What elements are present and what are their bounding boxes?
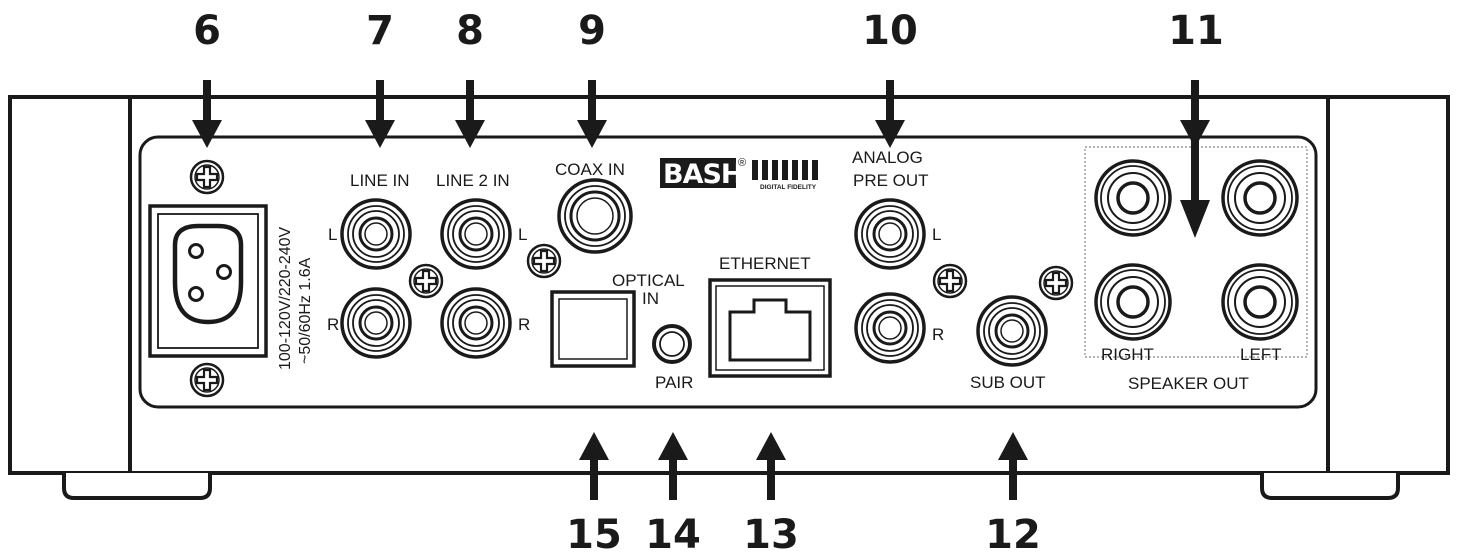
line-in-l-jack [340, 198, 412, 270]
callout-8: 8 [456, 8, 484, 54]
speaker-right-top-post [1094, 159, 1172, 237]
pre-out-l-jack [854, 198, 926, 270]
speaker-right-bottom-post [1094, 263, 1172, 341]
coax-in-label: COAX IN [555, 160, 625, 179]
speaker-left-top-post [1221, 159, 1299, 237]
brand-tagline: DIGITAL FIDELITY [760, 184, 817, 191]
optical-label: OPTICAL [612, 271, 685, 290]
callout-11: 11 [1168, 8, 1224, 54]
speaker-right-label: RIGHT [1101, 345, 1154, 364]
analog-label: ANALOG [852, 148, 923, 167]
pre-out-label: PRE OUT [853, 171, 929, 190]
rear-panel-diagram: 100-120V/220-240V ~50/60Hz 1.6A LINE IN … [8, 8, 1450, 552]
power-rating-label-1: 100-120V/220-240V [277, 226, 294, 370]
pre-out-r-jack [854, 292, 926, 364]
screw-power-bottom [189, 362, 225, 398]
line2-in-label: LINE 2 IN [436, 171, 510, 190]
pair-button [652, 324, 692, 364]
speaker-left-label: LEFT [1240, 345, 1282, 364]
callout-15: 15 [566, 512, 622, 552]
callout-12: 12 [985, 512, 1041, 552]
screw-power-top [189, 159, 225, 195]
power-inlet [148, 204, 268, 358]
line-in-r-jack [340, 287, 412, 359]
ethernet-port [708, 278, 832, 378]
screw-line-middle [408, 263, 444, 299]
power-rating-label-2: ~50/60Hz 1.6A [297, 257, 314, 364]
line-in-l-label: L [328, 225, 337, 244]
coax-in-jack [557, 178, 633, 254]
ethernet-label: ETHERNET [719, 254, 811, 273]
callout-10: 10 [862, 8, 918, 54]
brand-logo: BASH ® DIGITAL FIDELITY [660, 157, 818, 191]
optical-in-label: IN [642, 289, 659, 308]
sub-out-label: SUB OUT [970, 373, 1046, 392]
speaker-left-bottom-post [1221, 263, 1299, 341]
pre-out-l-label: L [932, 225, 941, 244]
speaker-out-label: SPEAKER OUT [1128, 374, 1249, 393]
callout-7: 7 [366, 8, 394, 54]
screw-sub-out [1038, 265, 1074, 301]
foot-left [62, 473, 212, 500]
callout-14: 14 [645, 512, 701, 552]
callout-6: 6 [193, 8, 221, 54]
callout-9: 9 [578, 8, 606, 54]
screw-pre-out [932, 263, 968, 299]
line2-in-l-label: L [518, 225, 527, 244]
line-in-label: LINE IN [350, 171, 410, 190]
line-in-r-label: R [327, 315, 339, 334]
foot-right [1260, 473, 1400, 500]
brand-name: BASH [663, 159, 743, 190]
screw-coax [526, 243, 562, 279]
sub-out-jack [976, 295, 1048, 367]
pair-label: PAIR [655, 373, 693, 392]
callout-13: 13 [743, 512, 799, 552]
line2-in-r-jack [440, 287, 512, 359]
line2-in-l-jack [440, 198, 512, 270]
brand-registered-mark: ® [738, 157, 746, 169]
pre-out-r-label: R [932, 325, 944, 344]
optical-in-port [550, 290, 636, 368]
line2-in-r-label: R [518, 315, 530, 334]
